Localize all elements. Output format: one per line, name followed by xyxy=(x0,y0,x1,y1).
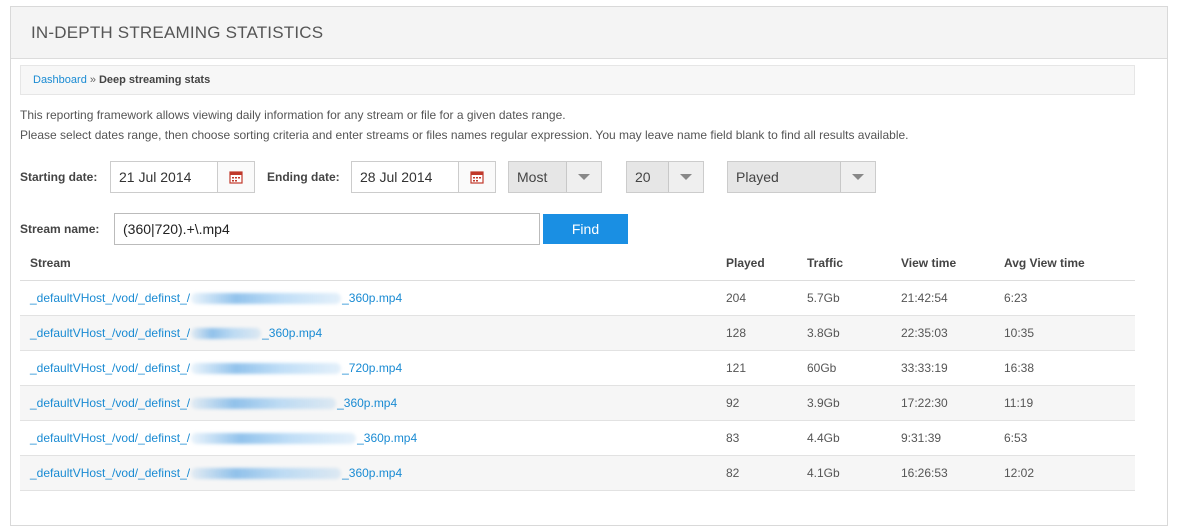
chevron-down-icon xyxy=(840,162,875,192)
stream-link-prefix: _defaultVHost_/vod/_definst_/ xyxy=(30,291,191,305)
breadcrumb-separator: » xyxy=(89,74,96,86)
description-line-1: This reporting framework allows viewing … xyxy=(20,108,566,122)
limit-select-value: 20 xyxy=(635,169,651,185)
stream-link-suffix: _360p.mp4 xyxy=(342,466,403,480)
redacted-blur xyxy=(191,327,262,339)
stream-link[interactable]: _defaultVHost_/vod/_definst_/ _360p.mp4 xyxy=(20,291,726,305)
view-time-cell: 33:33:19 xyxy=(901,361,948,375)
stream-link-prefix: _defaultVHost_/vod/_definst_/ xyxy=(30,431,191,445)
stream-link-suffix: _720p.mp4 xyxy=(342,361,403,375)
redacted-blur xyxy=(191,467,342,479)
traffic-cell: 5.7Gb xyxy=(807,291,840,305)
col-traffic-header[interactable]: Traffic xyxy=(807,256,901,270)
stream-link[interactable]: _defaultVHost_/vod/_definst_/ _360p.mp4 xyxy=(20,431,726,445)
col-view-time-header[interactable]: View time xyxy=(901,256,1004,270)
stream-link-suffix: _360p.mp4 xyxy=(262,326,323,340)
view-time-cell: 17:22:30 xyxy=(901,396,948,410)
breadcrumb: Dashboard » Deep streaming stats xyxy=(20,65,1135,95)
avg-view-time-cell: 6:53 xyxy=(1004,431,1028,445)
col-played-header[interactable]: Played xyxy=(726,256,807,270)
traffic-cell: 4.4Gb xyxy=(807,431,840,445)
stream-link[interactable]: _defaultVHost_/vod/_definst_/ _720p.mp4 xyxy=(20,361,726,375)
view-time-cell: 21:42:54 xyxy=(901,291,948,305)
breadcrumb-dashboard-link[interactable]: Dashboard xyxy=(33,74,87,86)
stream-name-label: Stream name: xyxy=(20,222,100,236)
played-cell: 128 xyxy=(726,326,747,340)
ending-date-label: Ending date: xyxy=(267,170,340,184)
col-avg-view-time-header[interactable]: Avg View time xyxy=(1004,256,1124,270)
stream-link-prefix: _defaultVHost_/vod/_definst_/ xyxy=(30,361,191,375)
ending-date-value: 28 Jul 2014 xyxy=(360,169,433,185)
stream-link-prefix: _defaultVHost_/vod/_definst_/ xyxy=(30,396,191,410)
played-cell: 121 xyxy=(726,361,747,375)
view-time-cell: 9:31:39 xyxy=(901,431,942,445)
breadcrumb-current: Deep streaming stats xyxy=(98,74,211,86)
calendar-icon[interactable] xyxy=(217,162,254,192)
view-time-cell: 16:26:53 xyxy=(901,466,948,480)
find-button[interactable]: Find xyxy=(543,214,628,244)
sort-select[interactable]: Played xyxy=(727,161,876,193)
played-cell: 82 xyxy=(726,466,740,480)
table-row: _defaultVHost_/vod/_definst_/ _360p.mp4 … xyxy=(20,316,1135,351)
stream-link-prefix: _defaultVHost_/vod/_definst_/ xyxy=(30,466,191,480)
panel-header: IN-DEPTH STREAMING STATISTICS xyxy=(11,7,1167,59)
table-row: _defaultVHost_/vod/_definst_/ _720p.mp4 … xyxy=(20,351,1135,386)
table-row: _defaultVHost_/vod/_definst_/ _360p.mp4 … xyxy=(20,281,1135,316)
avg-view-time-cell: 16:38 xyxy=(1004,361,1035,375)
starting-date-value: 21 Jul 2014 xyxy=(119,169,192,185)
stream-link-prefix: _defaultVHost_/vod/_definst_/ xyxy=(30,326,191,340)
redacted-blur xyxy=(191,432,357,444)
stream-link[interactable]: _defaultVHost_/vod/_definst_/ _360p.mp4 xyxy=(20,396,726,410)
traffic-cell: 3.9Gb xyxy=(807,396,840,410)
table-row: _defaultVHost_/vod/_definst_/ _360p.mp4 … xyxy=(20,421,1135,456)
stream-link-suffix: _360p.mp4 xyxy=(337,396,398,410)
ending-date-field[interactable]: 28 Jul 2014 xyxy=(351,161,496,193)
avg-view-time-cell: 12:02 xyxy=(1004,466,1035,480)
redacted-blur xyxy=(191,397,337,409)
stream-link[interactable]: _defaultVHost_/vod/_definst_/ _360p.mp4 xyxy=(20,466,726,480)
stream-link-suffix: _360p.mp4 xyxy=(357,431,418,445)
stats-table: Stream Played Traffic View time Avg View… xyxy=(20,246,1135,491)
chevron-down-icon xyxy=(668,162,703,192)
col-stream-header[interactable]: Stream xyxy=(20,256,726,270)
played-cell: 92 xyxy=(726,396,740,410)
view-time-cell: 22:35:03 xyxy=(901,326,948,340)
redacted-blur xyxy=(191,362,342,374)
stream-link[interactable]: _defaultVHost_/vod/_definst_/ _360p.mp4 xyxy=(20,326,726,340)
avg-view-time-cell: 11:19 xyxy=(1004,396,1034,410)
played-cell: 204 xyxy=(726,291,747,305)
sort-select-value: Played xyxy=(736,169,779,185)
redacted-blur xyxy=(191,292,342,304)
order-select[interactable]: Most xyxy=(508,161,602,193)
calendar-icon[interactable] xyxy=(458,162,495,192)
starting-date-label: Starting date: xyxy=(20,170,98,184)
traffic-cell: 3.8Gb xyxy=(807,326,840,340)
table-row: _defaultVHost_/vod/_definst_/ _360p.mp4 … xyxy=(20,456,1135,491)
table-header: Stream Played Traffic View time Avg View… xyxy=(20,246,1135,281)
stream-link-suffix: _360p.mp4 xyxy=(342,291,403,305)
table-row: _defaultVHost_/vod/_definst_/ _360p.mp4 … xyxy=(20,386,1135,421)
avg-view-time-cell: 6:23 xyxy=(1004,291,1028,305)
stream-name-input[interactable]: (360|720).+\.mp4 xyxy=(114,213,540,245)
chevron-down-icon xyxy=(566,162,601,192)
page-title: IN-DEPTH STREAMING STATISTICS xyxy=(31,22,324,42)
traffic-cell: 60Gb xyxy=(807,361,837,375)
description-line-2: Please select dates range, then choose s… xyxy=(20,128,909,142)
limit-select[interactable]: 20 xyxy=(626,161,704,193)
played-cell: 83 xyxy=(726,431,740,445)
traffic-cell: 4.1Gb xyxy=(807,466,840,480)
order-select-value: Most xyxy=(517,169,548,185)
starting-date-field[interactable]: 21 Jul 2014 xyxy=(110,161,255,193)
avg-view-time-cell: 10:35 xyxy=(1004,326,1035,340)
